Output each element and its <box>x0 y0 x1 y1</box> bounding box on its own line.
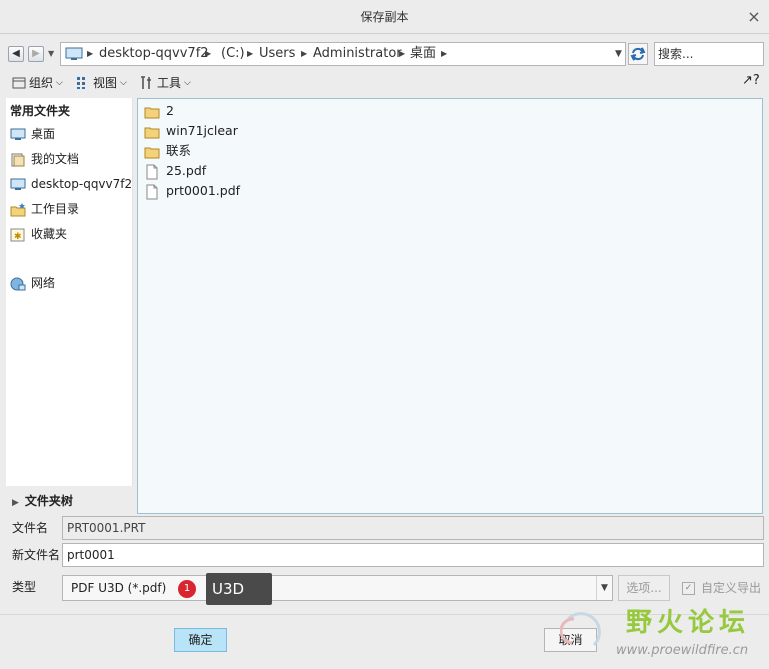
organize-icon <box>12 77 26 88</box>
breadcrumb-separator-icon: ▶ <box>205 49 212 58</box>
annotation-number-badge: 1 <box>178 580 196 598</box>
organize-label: 组织 <box>29 75 54 90</box>
tools-icon <box>141 75 151 89</box>
documents-icon <box>11 153 25 166</box>
file-type-select[interactable]: PDF U3D (*.pdf) <box>62 575 613 601</box>
watermark-url: www.proewildfire.cn <box>616 643 749 658</box>
breadcrumb-drive[interactable]: (C:) <box>221 43 245 65</box>
computer-icon <box>10 178 26 190</box>
filename-field: PRT0001.PRT <box>62 516 764 540</box>
type-label: 类型 <box>12 580 37 594</box>
expand-arrow-icon: ▶ <box>12 498 19 508</box>
folder-icon <box>144 147 160 158</box>
custom-export-label: 自定义导出 <box>701 581 762 595</box>
list-item[interactable]: 联系 <box>144 141 191 161</box>
breadcrumb-separator-icon: ▶ <box>87 49 94 58</box>
file-name: prt0001.pdf <box>166 183 241 198</box>
favorites-panel: 常用文件夹 桌面 我的文档 desktop-qqvv7f2 工作目录 ✱ 收藏夹 … <box>6 98 133 486</box>
svg-text:✱: ✱ <box>14 232 22 242</box>
breadcrumb-separator-icon: ▶ <box>399 49 406 58</box>
sidebar-item-network[interactable]: 网络 <box>10 273 55 293</box>
chevron-down-icon: ⌵ <box>120 77 127 88</box>
chevron-down-icon: ⌵ <box>56 77 63 88</box>
working-directory-icon <box>10 202 26 216</box>
help-pointer-icon[interactable]: ↗? <box>742 72 760 90</box>
options-button[interactable]: 选项... <box>618 575 670 601</box>
window-title: 保存副本 <box>360 10 409 24</box>
folder-icon <box>144 107 160 118</box>
folder-tree-label: 文件夹树 <box>24 494 73 508</box>
list-item[interactable]: 25.pdf <box>144 161 206 181</box>
computer-icon <box>65 47 83 60</box>
network-icon <box>10 277 26 290</box>
file-icon <box>146 164 158 179</box>
sidebar-item-favorites[interactable]: ✱ 收藏夹 <box>10 224 67 244</box>
breadcrumb-separator-icon: ▶ <box>247 49 254 58</box>
ok-button[interactable]: 确定 <box>174 628 227 652</box>
list-item[interactable]: prt0001.pdf <box>144 181 240 201</box>
common-folders-header: 常用文件夹 <box>10 104 71 118</box>
refresh-icon[interactable] <box>628 43 648 65</box>
list-item[interactable]: win71jclear <box>144 121 238 141</box>
filename-label: 文件名 <box>12 521 49 535</box>
organize-menu[interactable]: 组织 ⌵ <box>12 72 63 92</box>
sidebar-item-desktop[interactable]: 桌面 <box>10 124 55 144</box>
close-icon[interactable]: × <box>746 8 762 26</box>
sidebar-item-label: 我的文档 <box>31 152 80 166</box>
breadcrumb-computer[interactable]: desktop-qqvv7f2 <box>99 43 209 65</box>
sidebar-item-label: 收藏夹 <box>31 227 68 241</box>
back-arrow-icon[interactable]: ◀ <box>8 46 24 62</box>
folder-icon <box>144 127 160 138</box>
file-list[interactable]: 2 win71jclear 联系 25.pdf prt0001.pdf <box>137 98 763 514</box>
sidebar-item-label: 工作目录 <box>31 202 80 216</box>
address-bar[interactable]: ▶ desktop-qqvv7f2 ▶ (C:) ▶ Users ▶ Admin… <box>60 42 626 66</box>
breadcrumb-desktop[interactable]: 桌面 <box>410 43 436 65</box>
watermark-text: 野火论坛 <box>626 608 751 638</box>
view-grid-icon <box>77 76 85 89</box>
file-name: 联系 <box>166 143 192 158</box>
breadcrumb-users[interactable]: Users <box>259 43 295 65</box>
custom-export-checkbox[interactable]: ✓ 自定义导出 <box>682 578 761 598</box>
file-name: win71jclear <box>166 123 238 138</box>
annotation-callout: U3D <box>206 573 272 605</box>
sidebar-item-my-documents[interactable]: 我的文档 <box>10 149 79 169</box>
history-dropdown-icon[interactable]: ▼ <box>48 46 58 62</box>
new-filename-label: 新文件名 <box>12 548 61 562</box>
breadcrumb-separator-icon: ▶ <box>301 49 308 58</box>
chevron-down-icon[interactable]: ▼ <box>596 576 612 600</box>
file-name: 25.pdf <box>166 163 207 178</box>
watermark-logo-icon <box>560 612 601 647</box>
tools-label: 工具 <box>157 75 182 90</box>
desktop-icon <box>10 128 26 140</box>
forward-arrow-icon[interactable]: ▶ <box>28 46 44 62</box>
tools-menu[interactable]: 工具 ⌵ <box>140 72 191 92</box>
sidebar-item-label: 网络 <box>31 276 56 290</box>
sidebar-item-working-directory[interactable]: 工作目录 <box>10 199 79 219</box>
list-item[interactable]: 2 <box>144 101 174 121</box>
address-dropdown-icon[interactable]: ▼ <box>615 43 622 65</box>
sidebar-item-computer[interactable]: desktop-qqvv7f2 <box>10 174 132 194</box>
breadcrumb-administrator[interactable]: Administrator <box>313 43 402 65</box>
view-menu[interactable]: 视图 ⌵ <box>76 72 127 92</box>
favorites-icon: ✱ <box>10 228 25 242</box>
file-icon <box>146 184 158 199</box>
new-filename-input[interactable]: prt0001 <box>62 543 764 567</box>
search-input[interactable]: 搜索... <box>654 42 764 66</box>
sidebar-item-label: desktop-qqvv7f2 <box>31 177 133 191</box>
sidebar-item-label: 桌面 <box>31 127 56 141</box>
view-label: 视图 <box>93 75 118 90</box>
checkbox-icon: ✓ <box>682 582 695 595</box>
file-name: 2 <box>166 103 174 118</box>
breadcrumb-separator-icon: ▶ <box>441 49 448 58</box>
chevron-down-icon: ⌵ <box>184 77 191 88</box>
folder-tree-toggle[interactable]: ▶ 文件夹树 <box>6 490 133 512</box>
